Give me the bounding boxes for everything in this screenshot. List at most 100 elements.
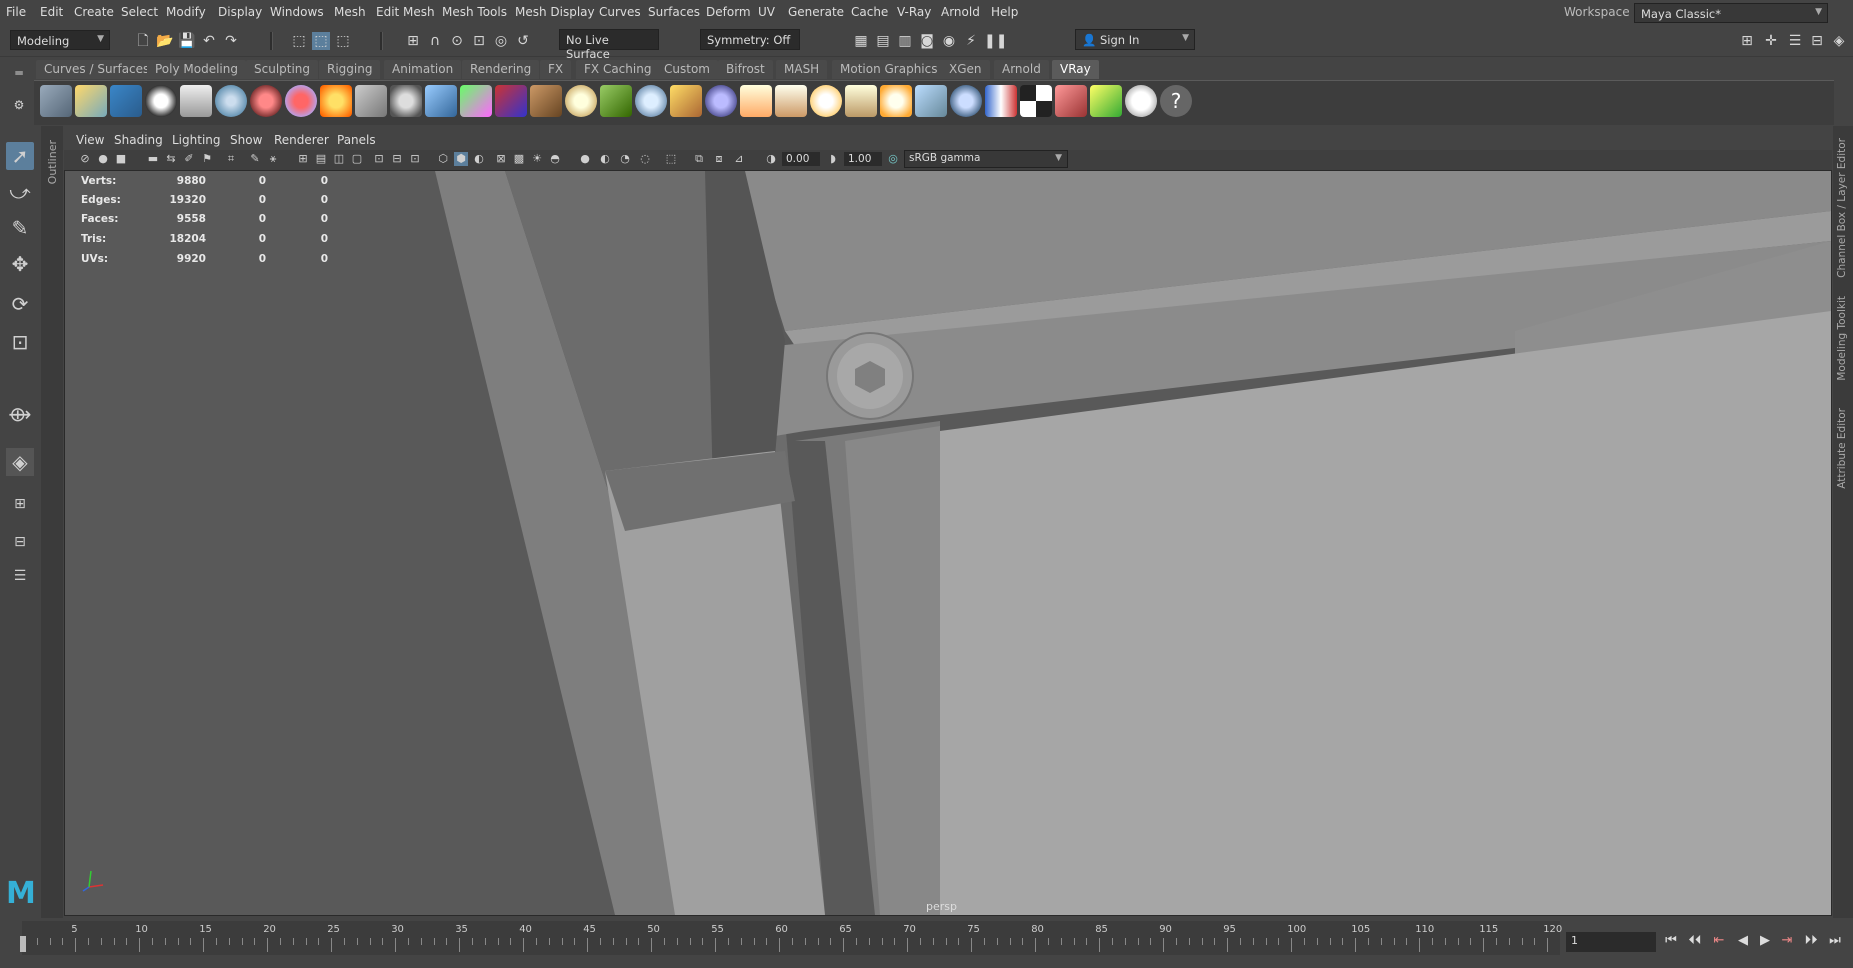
safe-title-icon[interactable]: ⊡: [372, 152, 386, 166]
menu-edit[interactable]: Edit: [40, 5, 63, 19]
vray-sun-sky-icon[interactable]: [880, 85, 912, 117]
character-controls-icon[interactable]: ✛: [1762, 32, 1780, 50]
symmetry-field[interactable]: Symmetry: Off: [700, 29, 800, 50]
vray-spot-light-icon[interactable]: [775, 85, 807, 117]
vray-fire-icon[interactable]: [320, 85, 352, 117]
vray-displacement-icon[interactable]: [495, 85, 527, 117]
snap-curve-icon[interactable]: ∩: [426, 32, 444, 50]
vray-fur-icon[interactable]: [425, 85, 457, 117]
default-material-icon[interactable]: ◐: [472, 152, 486, 166]
vray-rect-light-icon[interactable]: [915, 85, 947, 117]
vray-texture-icon[interactable]: [530, 85, 562, 117]
vray-ies-light-icon[interactable]: [845, 85, 877, 117]
menu-uv[interactable]: UV: [758, 5, 775, 19]
shelf-settings-icon[interactable]: ⚙: [10, 96, 28, 114]
snap-point-icon[interactable]: ⊙: [448, 32, 466, 50]
menu-windows[interactable]: Windows: [270, 5, 324, 19]
menu-generate[interactable]: Generate: [788, 5, 844, 19]
vray-sphere-light-icon[interactable]: [635, 85, 667, 117]
render-settings-icon[interactable]: ◙: [918, 32, 936, 50]
shelf-tab-fx-caching[interactable]: FX Caching: [576, 60, 660, 79]
render-seq-icon[interactable]: ▤: [874, 32, 892, 50]
cloud-icon[interactable]: [1125, 85, 1157, 117]
vray-mtl-icon[interactable]: [215, 85, 247, 117]
panel-menu-view[interactable]: View: [76, 133, 104, 147]
select-camera-icon[interactable]: ⊘: [78, 152, 92, 166]
grid-icon[interactable]: ⊞: [296, 152, 310, 166]
play-backwards-icon[interactable]: ◀: [1734, 931, 1752, 951]
vray-sun-icon[interactable]: [740, 85, 772, 117]
panel-menu-renderer[interactable]: Renderer: [274, 133, 329, 147]
menu-mesh[interactable]: Mesh: [334, 5, 366, 19]
workspace-dropdown[interactable]: Maya Classic* ▼: [1634, 3, 1828, 23]
menu-vray[interactable]: V-Ray: [897, 5, 931, 19]
tab-modeling-toolkit[interactable]: Modeling Toolkit: [1836, 296, 1848, 381]
shelf-tab-motion-graphics[interactable]: Motion Graphics: [832, 60, 946, 79]
menu-mesh-tools[interactable]: Mesh Tools: [442, 5, 507, 19]
ao-icon[interactable]: ●: [578, 152, 592, 166]
textured-icon[interactable]: ⊠: [494, 152, 508, 166]
field-chart-icon[interactable]: ◫: [332, 152, 346, 166]
bookmark-icon[interactable]: ■: [114, 152, 128, 166]
current-frame-field[interactable]: 1: [1566, 932, 1656, 952]
mode-dropdown[interactable]: Modeling ▼: [10, 30, 110, 50]
tool-settings-icon[interactable]: ⊟: [1808, 32, 1826, 50]
film-gate-icon[interactable]: ✎: [248, 152, 262, 166]
four-view-layout-icon[interactable]: ⊞: [6, 490, 34, 518]
select-by-component-icon[interactable]: ⬚: [334, 32, 352, 50]
exposure-field[interactable]: 0.00: [782, 152, 820, 166]
vray-sphere-icon[interactable]: [705, 85, 737, 117]
pause-icon[interactable]: ❚❚: [984, 32, 1007, 50]
menu-edit-mesh[interactable]: Edit Mesh: [376, 5, 435, 19]
bookmark-flag-icon[interactable]: ⚑: [200, 152, 214, 166]
help-icon[interactable]: ?: [1160, 85, 1192, 117]
paint-select-tool-icon[interactable]: ✎: [6, 214, 34, 242]
attribute-editor-icon[interactable]: ☰: [1786, 32, 1804, 50]
menu-create[interactable]: Create: [74, 5, 114, 19]
smooth-shade-icon[interactable]: ⊡: [408, 152, 422, 166]
channel-box-icon[interactable]: ◈: [1830, 32, 1848, 50]
shelf-tab-fx[interactable]: FX: [540, 60, 572, 79]
shelf-tab-custom[interactable]: Custom: [656, 60, 718, 79]
new-scene-icon[interactable]: 🗋: [134, 32, 152, 50]
vray-render-view-icon[interactable]: [75, 85, 107, 117]
snap-live-icon[interactable]: ↺: [514, 32, 532, 50]
menu-modify[interactable]: Modify: [166, 5, 206, 19]
menu-help[interactable]: Help: [991, 5, 1018, 19]
outliner-layout-icon[interactable]: ☰: [6, 562, 34, 590]
menu-cache[interactable]: Cache: [851, 5, 888, 19]
shadows-icon[interactable]: ◓: [548, 152, 562, 166]
two-view-layout-icon[interactable]: ⊟: [6, 528, 34, 556]
vray-blend-mtl-icon[interactable]: [285, 85, 317, 117]
shelf-tab-rendering[interactable]: Rendering: [462, 60, 540, 79]
shelf-tab-rigging[interactable]: Rigging: [319, 60, 381, 79]
vray-proxy-icon[interactable]: [390, 85, 422, 117]
menu-file[interactable]: File: [6, 5, 26, 19]
shelf-tab-curves-surfaces[interactable]: Curves / Surfaces: [36, 60, 158, 79]
gamma-field[interactable]: 1.00: [844, 152, 882, 166]
vray-frame-buffer-icon[interactable]: [110, 85, 142, 117]
shelf-menu-icon[interactable]: ═: [10, 64, 28, 82]
step-forward-key-icon[interactable]: ⇥: [1778, 931, 1796, 951]
shelf-tab-mash[interactable]: MASH: [776, 60, 828, 79]
dof-icon[interactable]: ◌: [638, 152, 652, 166]
tab-attribute-editor[interactable]: Attribute Editor: [1836, 408, 1848, 489]
exposure-icon[interactable]: ◑: [764, 152, 778, 166]
camera-attr-icon[interactable]: ●: [96, 152, 110, 166]
vray-checker-icon[interactable]: [1020, 85, 1052, 117]
select-by-object-icon[interactable]: ⬚: [312, 32, 330, 50]
wireframe-icon[interactable]: ⊟: [390, 152, 404, 166]
menu-surfaces[interactable]: Surfaces: [648, 5, 700, 19]
wireframe-on-shaded-icon[interactable]: ⬡: [436, 152, 450, 166]
panel-menu-show[interactable]: Show: [230, 133, 262, 147]
open-scene-icon[interactable]: 📂: [156, 32, 174, 50]
go-to-start-icon[interactable]: ⏮: [1662, 931, 1680, 951]
render-frame-icon[interactable]: ▦: [852, 32, 870, 50]
menu-curves[interactable]: Curves: [599, 5, 641, 19]
select-by-hierarchy-icon[interactable]: ⬚: [290, 32, 308, 50]
gate-mask-icon[interactable]: ▤: [314, 152, 328, 166]
current-time-marker[interactable]: [20, 936, 26, 952]
vray-omni-light-icon[interactable]: [810, 85, 842, 117]
last-tool-icon[interactable]: ⟴: [6, 400, 34, 428]
shelf-tab-vray[interactable]: VRay: [1052, 60, 1099, 79]
